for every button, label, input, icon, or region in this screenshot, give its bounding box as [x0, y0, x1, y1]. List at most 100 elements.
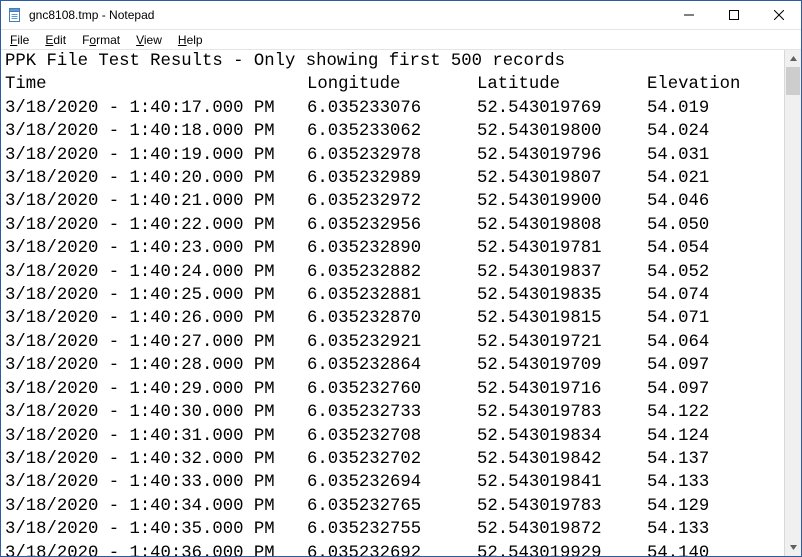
- cell-time: 3/18/2020 - 1:40:34.000 PM: [5, 495, 307, 518]
- cell-time: 3/18/2020 - 1:40:23.000 PM: [5, 237, 307, 260]
- cell-lon: 6.035232921: [307, 331, 477, 354]
- column-header: Longitude: [307, 73, 477, 96]
- cell-elev: 54.050: [647, 214, 784, 237]
- data-row: 3/18/2020 - 1:40:22.000 PM6.03523295652.…: [5, 214, 784, 237]
- scrollbar-down-button[interactable]: [785, 539, 801, 556]
- cell-time: 3/18/2020 - 1:40:27.000 PM: [5, 331, 307, 354]
- data-row: 3/18/2020 - 1:40:19.000 PM6.03523297852.…: [5, 144, 784, 167]
- cell-time: 3/18/2020 - 1:40:24.000 PM: [5, 261, 307, 284]
- cell-lat: 52.543019769: [477, 97, 647, 120]
- data-row: 3/18/2020 - 1:40:29.000 PM6.03523276052.…: [5, 378, 784, 401]
- cell-lon: 6.035232882: [307, 261, 477, 284]
- data-row: 3/18/2020 - 1:40:32.000 PM6.03523270252.…: [5, 448, 784, 471]
- data-row: 3/18/2020 - 1:40:20.000 PM6.03523298952.…: [5, 167, 784, 190]
- column-header: Time: [5, 73, 307, 96]
- cell-lat: 52.543019716: [477, 378, 647, 401]
- cell-lon: 6.035232755: [307, 518, 477, 541]
- menu-help[interactable]: Help: [171, 32, 210, 48]
- data-row: 3/18/2020 - 1:40:21.000 PM6.03523297252.…: [5, 190, 784, 213]
- vertical-scrollbar[interactable]: [784, 50, 801, 556]
- cell-lon: 6.035232881: [307, 284, 477, 307]
- cell-time: 3/18/2020 - 1:40:26.000 PM: [5, 307, 307, 330]
- cell-elev: 54.122: [647, 401, 784, 424]
- cell-time: 3/18/2020 - 1:40:21.000 PM: [5, 190, 307, 213]
- cell-lat: 52.543019709: [477, 354, 647, 377]
- data-row: 3/18/2020 - 1:40:24.000 PM6.03523288252.…: [5, 261, 784, 284]
- cell-lon: 6.035232989: [307, 167, 477, 190]
- cell-lon: 6.035233076: [307, 97, 477, 120]
- cell-lon: 6.035233062: [307, 120, 477, 143]
- cell-lat: 52.543019781: [477, 237, 647, 260]
- cell-lat: 52.543019796: [477, 144, 647, 167]
- cell-elev: 54.074: [647, 284, 784, 307]
- cell-time: 3/18/2020 - 1:40:36.000 PM: [5, 542, 307, 556]
- cell-elev: 54.046: [647, 190, 784, 213]
- cell-time: 3/18/2020 - 1:40:17.000 PM: [5, 97, 307, 120]
- cell-elev: 54.097: [647, 354, 784, 377]
- data-row: 3/18/2020 - 1:40:23.000 PM6.03523289052.…: [5, 237, 784, 260]
- cell-lat: 52.543019872: [477, 518, 647, 541]
- menu-view[interactable]: View: [129, 32, 169, 48]
- cell-lon: 6.035232708: [307, 425, 477, 448]
- title-bar-left: gnc8108.tmp - Notepad: [1, 7, 154, 23]
- menu-file[interactable]: File: [3, 32, 36, 48]
- cell-lat: 52.543019834: [477, 425, 647, 448]
- scrollbar-track[interactable]: [785, 67, 801, 539]
- cell-elev: 54.097: [647, 378, 784, 401]
- cell-lon: 6.035232870: [307, 307, 477, 330]
- cell-lat: 52.543019842: [477, 448, 647, 471]
- data-row: 3/18/2020 - 1:40:36.000 PM6.03523269252.…: [5, 542, 784, 556]
- close-button[interactable]: [756, 1, 801, 29]
- cell-time: 3/18/2020 - 1:40:30.000 PM: [5, 401, 307, 424]
- cell-lat: 52.543019783: [477, 495, 647, 518]
- title-bar: gnc8108.tmp - Notepad: [1, 1, 801, 30]
- cell-time: 3/18/2020 - 1:40:28.000 PM: [5, 354, 307, 377]
- cell-time: 3/18/2020 - 1:40:25.000 PM: [5, 284, 307, 307]
- maximize-button[interactable]: [711, 1, 756, 29]
- cell-elev: 54.031: [647, 144, 784, 167]
- cell-lat: 52.543019929: [477, 542, 647, 556]
- cell-time: 3/18/2020 - 1:40:35.000 PM: [5, 518, 307, 541]
- cell-elev: 54.052: [647, 261, 784, 284]
- cell-elev: 54.054: [647, 237, 784, 260]
- content-heading: PPK File Test Results - Only showing fir…: [5, 50, 784, 73]
- notepad-icon: [7, 7, 23, 23]
- data-row: 3/18/2020 - 1:40:26.000 PM6.03523287052.…: [5, 307, 784, 330]
- scrollbar-thumb[interactable]: [786, 67, 800, 95]
- column-header: Latitude: [477, 73, 647, 96]
- cell-elev: 54.024: [647, 120, 784, 143]
- minimize-button[interactable]: [666, 1, 711, 29]
- data-row: 3/18/2020 - 1:40:35.000 PM6.03523275552.…: [5, 518, 784, 541]
- column-header-row: TimeLongitudeLatitudeElevation: [5, 73, 784, 96]
- cell-lon: 6.035232956: [307, 214, 477, 237]
- cell-elev: 54.129: [647, 495, 784, 518]
- data-row: 3/18/2020 - 1:40:31.000 PM6.03523270852.…: [5, 425, 784, 448]
- data-row: 3/18/2020 - 1:40:34.000 PM6.03523276552.…: [5, 495, 784, 518]
- data-row: 3/18/2020 - 1:40:25.000 PM6.03523288152.…: [5, 284, 784, 307]
- text-area[interactable]: PPK File Test Results - Only showing fir…: [1, 50, 784, 556]
- cell-lat: 52.543019835: [477, 284, 647, 307]
- cell-lon: 6.035232760: [307, 378, 477, 401]
- cell-time: 3/18/2020 - 1:40:22.000 PM: [5, 214, 307, 237]
- cell-lat: 52.543019800: [477, 120, 647, 143]
- cell-lat: 52.543019815: [477, 307, 647, 330]
- cell-elev: 54.137: [647, 448, 784, 471]
- window-title: gnc8108.tmp - Notepad: [29, 8, 154, 22]
- cell-time: 3/18/2020 - 1:40:18.000 PM: [5, 120, 307, 143]
- data-row: 3/18/2020 - 1:40:33.000 PM6.03523269452.…: [5, 471, 784, 494]
- data-row: 3/18/2020 - 1:40:18.000 PM6.03523306252.…: [5, 120, 784, 143]
- cell-time: 3/18/2020 - 1:40:29.000 PM: [5, 378, 307, 401]
- client-area: PPK File Test Results - Only showing fir…: [1, 50, 801, 556]
- scrollbar-up-button[interactable]: [785, 50, 801, 67]
- cell-lat: 52.543019807: [477, 167, 647, 190]
- menu-bar: File Edit Format View Help: [1, 30, 801, 50]
- cell-time: 3/18/2020 - 1:40:19.000 PM: [5, 144, 307, 167]
- cell-lon: 6.035232864: [307, 354, 477, 377]
- menu-format[interactable]: Format: [75, 32, 127, 48]
- cell-elev: 54.133: [647, 471, 784, 494]
- cell-lon: 6.035232765: [307, 495, 477, 518]
- cell-time: 3/18/2020 - 1:40:33.000 PM: [5, 471, 307, 494]
- cell-lon: 6.035232733: [307, 401, 477, 424]
- menu-edit[interactable]: Edit: [38, 32, 73, 48]
- cell-elev: 54.133: [647, 518, 784, 541]
